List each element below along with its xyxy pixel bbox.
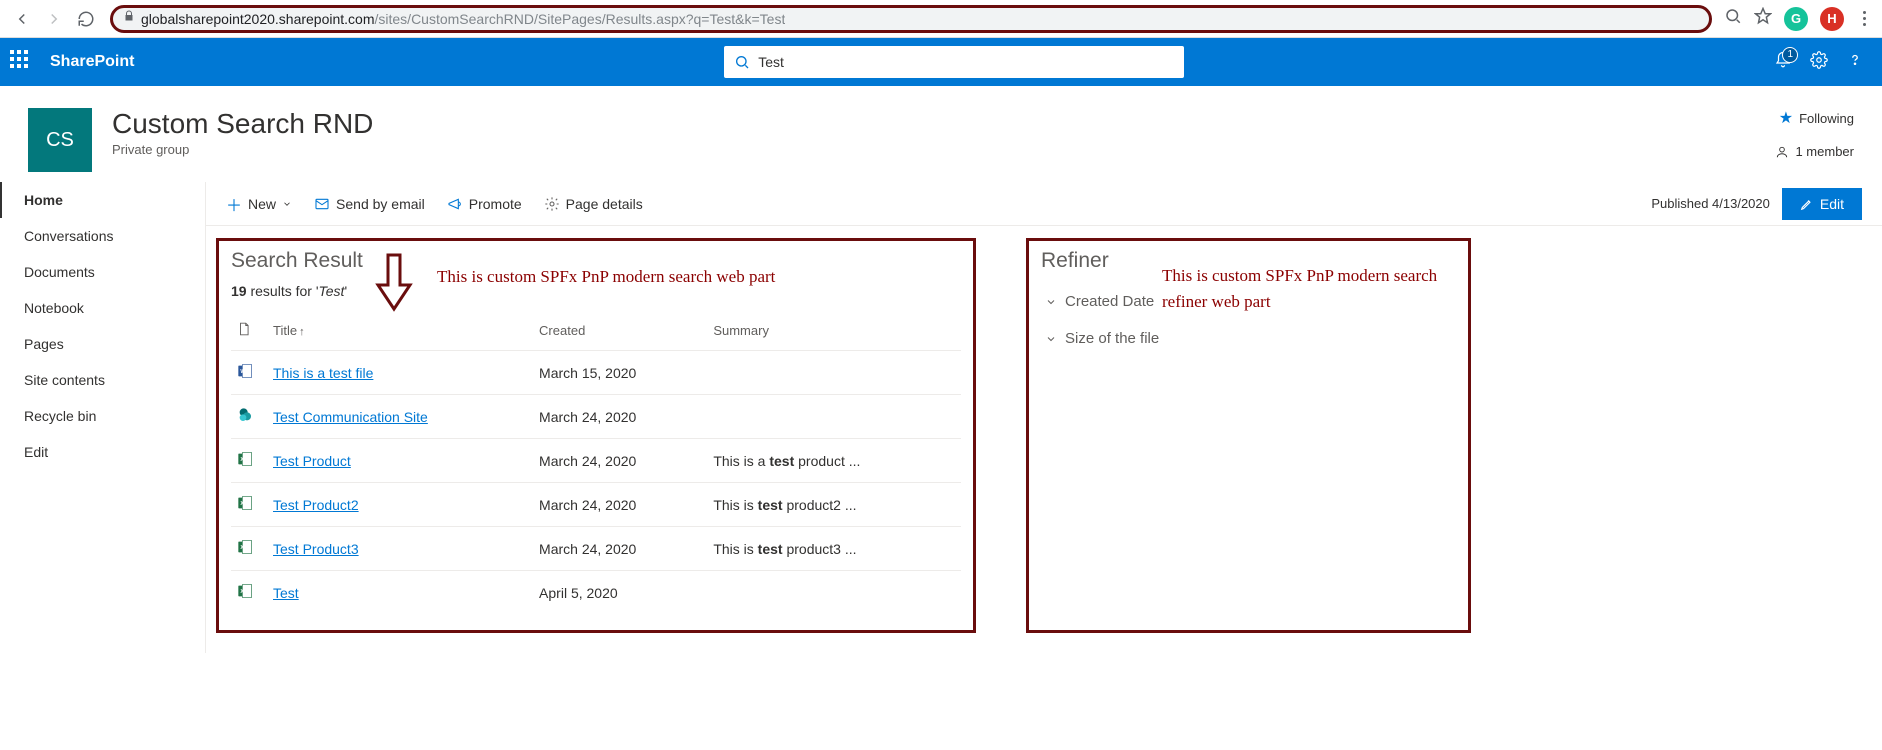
col-title[interactable]: Title↑ <box>267 311 533 351</box>
result-summary: This is test product2 ... <box>707 483 961 527</box>
result-created: March 24, 2020 <box>533 439 707 483</box>
result-title-link[interactable]: Test Product <box>273 453 351 469</box>
search-input[interactable] <box>758 54 1174 70</box>
site-subtitle: Private group <box>112 142 373 157</box>
result-created: March 24, 2020 <box>533 483 707 527</box>
back-button[interactable] <box>10 7 34 31</box>
settings-gear-icon[interactable] <box>1810 51 1828 74</box>
chevron-down-icon <box>282 199 292 209</box>
result-created: March 24, 2020 <box>533 527 707 571</box>
person-icon <box>1775 145 1789 159</box>
chrome-right: G H <box>1724 7 1872 31</box>
col-created[interactable]: Created <box>533 311 707 351</box>
left-nav: HomeConversationsDocumentsNotebookPagesS… <box>0 182 205 653</box>
result-row: Test Product March 24, 2020This is a test… <box>231 439 961 483</box>
plus-icon: ＋ <box>226 192 242 216</box>
result-summary <box>707 571 961 615</box>
col-summary[interactable]: Summary <box>707 311 961 351</box>
command-bar: ＋ New Send by email Promote Page details… <box>206 182 1882 226</box>
help-icon[interactable] <box>1846 51 1864 74</box>
nav-item-recycle-bin[interactable]: Recycle bin <box>0 398 205 434</box>
result-summary <box>707 351 961 395</box>
sp-file-icon <box>237 407 253 423</box>
profile-avatar[interactable]: H <box>1820 7 1844 31</box>
site-title[interactable]: Custom Search RND <box>112 108 373 140</box>
chevron-down-icon <box>1045 296 1057 308</box>
gear-icon <box>544 196 560 212</box>
send-by-email-button[interactable]: Send by email <box>314 196 425 212</box>
excel-file-icon <box>237 495 253 511</box>
result-title-link[interactable]: Test Product2 <box>273 497 359 513</box>
nav-item-pages[interactable]: Pages <box>0 326 205 362</box>
follow-button[interactable]: ★ Following <box>1779 108 1854 128</box>
search-icon <box>734 54 750 70</box>
extension-grammarly-icon[interactable]: G <box>1784 7 1808 31</box>
nav-item-edit[interactable]: Edit <box>0 434 205 470</box>
nav-item-documents[interactable]: Documents <box>0 254 205 290</box>
site-header: CS Custom Search RND Private group ★ Fol… <box>0 86 1882 182</box>
result-created: March 15, 2020 <box>533 351 707 395</box>
search-in-page-icon[interactable] <box>1724 7 1742 30</box>
suite-search-box[interactable] <box>724 46 1184 78</box>
address-bar[interactable]: globalsharepoint2020.sharepoint.com/site… <box>110 5 1712 33</box>
result-created: April 5, 2020 <box>533 571 707 615</box>
search-results-panel: Search Result 19 results for 'Test' This… <box>216 238 976 633</box>
chrome-menu-icon[interactable] <box>1856 11 1872 26</box>
promote-icon <box>447 196 463 212</box>
nav-item-notebook[interactable]: Notebook <box>0 290 205 326</box>
annotation-search: This is custom SPFx PnP modern search we… <box>437 267 775 287</box>
excel-file-icon <box>237 539 253 555</box>
chevron-down-icon <box>1045 333 1057 345</box>
suite-bar: SharePoint 1 <box>0 38 1882 86</box>
refiner-panel: Refiner This is custom SPFx PnP modern s… <box>1026 238 1471 633</box>
excel-file-icon <box>237 583 253 599</box>
star-icon: ★ <box>1779 108 1793 128</box>
nav-item-home[interactable]: Home <box>0 182 205 218</box>
nav-item-site-contents[interactable]: Site contents <box>0 362 205 398</box>
result-row: This is a test file March 15, 2020 <box>231 351 961 395</box>
published-date: Published 4/13/2020 <box>1651 196 1770 211</box>
word-file-icon <box>237 363 253 379</box>
nav-item-conversations[interactable]: Conversations <box>0 218 205 254</box>
result-summary <box>707 395 961 439</box>
result-title-link[interactable]: Test Communication Site <box>273 409 428 425</box>
result-row: Test Communication Site March 24, 2020 <box>231 395 961 439</box>
bookmark-star-icon[interactable] <box>1754 7 1772 30</box>
annotation-refiner: This is custom SPFx PnP modern search re… <box>1162 263 1462 314</box>
app-launcher-icon[interactable] <box>10 50 34 74</box>
sort-asc-icon: ↑ <box>299 326 305 338</box>
new-button[interactable]: ＋ New <box>226 192 292 216</box>
edit-button[interactable]: Edit <box>1782 188 1862 220</box>
site-logo[interactable]: CS <box>28 108 92 172</box>
browser-chrome: globalsharepoint2020.sharepoint.com/site… <box>0 0 1882 38</box>
reload-button[interactable] <box>74 7 98 31</box>
result-title-link[interactable]: This is a test file <box>273 365 373 381</box>
forward-button[interactable] <box>42 7 66 31</box>
result-row: Test Product2 March 24, 2020This is test … <box>231 483 961 527</box>
result-row: Test April 5, 2020 <box>231 571 961 615</box>
result-created: March 24, 2020 <box>533 395 707 439</box>
arrow-down-icon <box>374 253 414 313</box>
refiner-item[interactable]: Size of the file <box>1041 320 1456 357</box>
document-icon <box>237 321 251 337</box>
result-summary: This is test product3 ... <box>707 527 961 571</box>
url-text: globalsharepoint2020.sharepoint.com/site… <box>141 11 785 27</box>
notification-badge: 1 <box>1782 47 1798 63</box>
sharepoint-brand[interactable]: SharePoint <box>50 53 134 71</box>
mail-icon <box>314 196 330 212</box>
col-icon <box>231 311 267 351</box>
excel-file-icon <box>237 451 253 467</box>
result-summary: This is a test product ... <box>707 439 961 483</box>
result-title-link[interactable]: Test Product3 <box>273 541 359 557</box>
page-details-button[interactable]: Page details <box>544 196 643 212</box>
members-link[interactable]: 1 member <box>1775 144 1854 159</box>
results-table: Title↑ Created Summary This is a test fi… <box>231 311 961 614</box>
result-title-link[interactable]: Test <box>273 585 299 601</box>
lock-icon <box>123 9 135 28</box>
notifications-icon[interactable]: 1 <box>1774 51 1792 74</box>
promote-button[interactable]: Promote <box>447 196 522 212</box>
result-row: Test Product3 March 24, 2020This is test … <box>231 527 961 571</box>
pencil-icon <box>1800 197 1814 211</box>
